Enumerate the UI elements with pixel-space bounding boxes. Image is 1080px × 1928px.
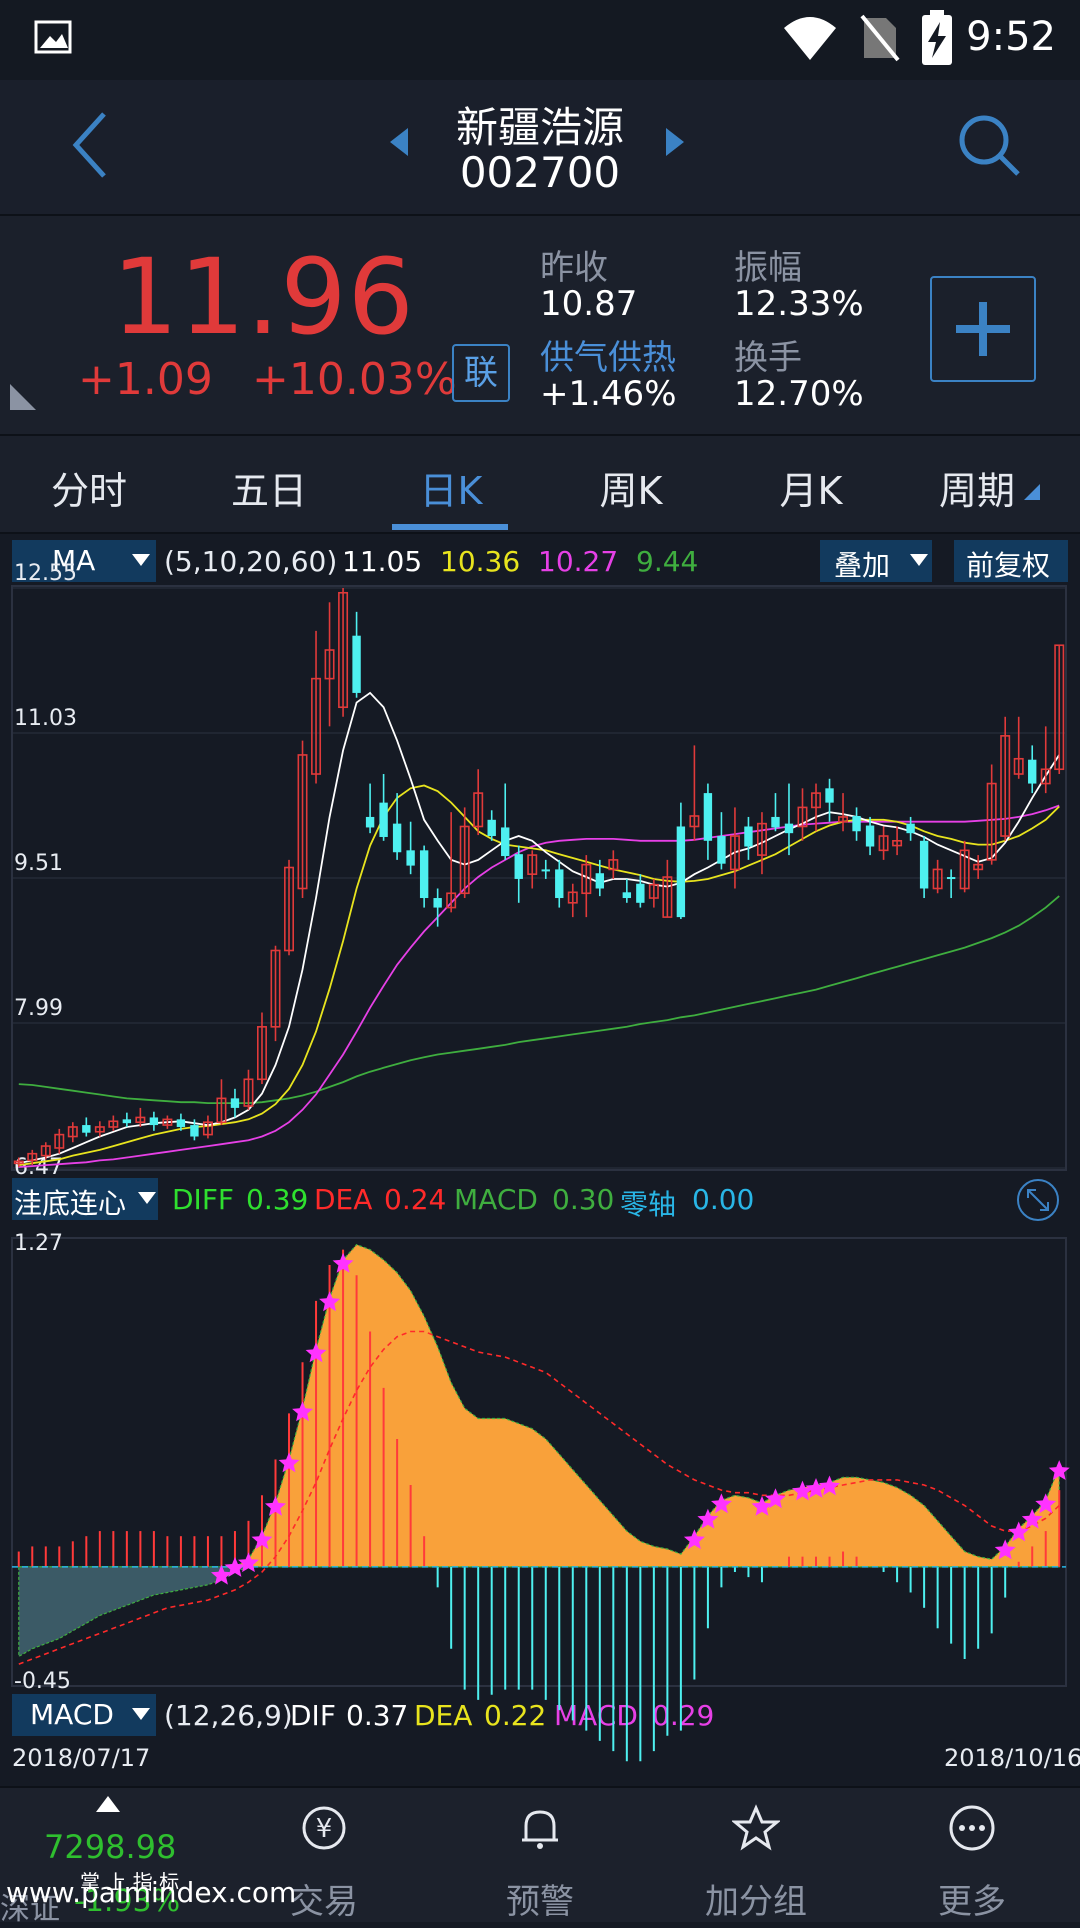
plus-icon — [956, 302, 1010, 356]
macd-axis-label: 1.27 — [14, 1231, 63, 1256]
candle-body — [771, 816, 780, 828]
period-dropdown-icon — [1024, 484, 1040, 500]
period-tabs: 分时 五日 日K 周K 月K 周期 — [0, 436, 1080, 534]
diff-area-negative — [18, 1566, 1060, 1658]
nav-add-group-label: 加分组 — [705, 1882, 807, 1922]
wifi-icon — [784, 17, 836, 60]
ma60-line — [18, 895, 1060, 1104]
tab-weekly-k[interactable]: 周K — [566, 460, 696, 515]
price-axis-label: 12.55 — [14, 561, 77, 586]
nav-add-group[interactable]: 加分组 — [648, 1788, 864, 1922]
candle-body — [487, 819, 496, 837]
stock-code: 002700 — [459, 148, 621, 197]
candle-body — [419, 850, 429, 899]
caret-up-icon — [96, 1796, 120, 1812]
candle-body — [352, 635, 361, 693]
candle-body — [919, 840, 929, 889]
ma10-line — [18, 784, 1060, 1166]
status-time: 9:52 — [966, 14, 1056, 60]
amplitude-value: 12.33% — [734, 284, 864, 324]
nav-more[interactable]: 更多 — [864, 1788, 1080, 1922]
candle-body — [122, 1119, 132, 1124]
tab-period[interactable]: 周期 — [912, 460, 1042, 515]
candle-body — [852, 815, 861, 832]
tab-intraday[interactable]: 分时 — [24, 460, 154, 515]
candle-body — [392, 823, 402, 853]
search-icon[interactable] — [956, 112, 1022, 178]
price-axis-label: 7.99 — [14, 996, 63, 1021]
prev-close-label: 昨收 — [540, 248, 608, 288]
star-icon — [732, 1804, 780, 1851]
candle-body — [149, 1117, 159, 1126]
stock-name: 新疆浩源 — [455, 103, 624, 152]
more-icon — [949, 1805, 995, 1851]
candle-body — [703, 793, 713, 841]
corner-triangle-icon — [10, 384, 36, 410]
candle-body — [379, 802, 388, 837]
nav-alert-label: 预警 — [506, 1882, 574, 1922]
price-change-pct: +10.03% — [252, 354, 457, 405]
candle-body — [230, 1098, 240, 1108]
candle-body — [433, 898, 442, 908]
macd-axis-label: -0.45 — [14, 1669, 71, 1694]
svg-text:¥: ¥ — [316, 1814, 333, 1844]
no-sim-icon — [860, 14, 900, 62]
candle-body — [82, 1125, 91, 1133]
candle-body — [744, 826, 753, 847]
candle-body — [622, 892, 632, 899]
candle-body — [865, 825, 875, 847]
lian-badge[interactable]: 联 — [452, 344, 510, 402]
price-axis-label: 9.51 — [14, 851, 63, 876]
tab-daily-k[interactable]: 日K — [386, 460, 516, 515]
candle-body — [176, 1119, 186, 1127]
kline-chart[interactable]: 12.5511.039.517.996.471.27-0.45 — [0, 530, 1080, 1780]
nav-alert[interactable]: 预警 — [432, 1788, 648, 1922]
candle-body — [501, 827, 510, 857]
candle-body — [541, 869, 550, 872]
candle-body — [906, 823, 915, 834]
candle-body — [946, 877, 956, 880]
index-value: 7298.98 — [44, 1828, 177, 1866]
next-stock-icon[interactable] — [664, 128, 684, 156]
battery-charging-icon — [922, 10, 952, 65]
add-watchlist-button[interactable] — [930, 276, 1036, 382]
candle-body — [784, 823, 794, 834]
stock-header: 新疆浩源 002700 — [0, 80, 1080, 216]
price-axis-label: 11.03 — [14, 706, 77, 731]
tab-five-day[interactable]: 五日 — [204, 460, 334, 515]
prev-close-value: 10.87 — [540, 284, 638, 324]
tab-monthly-k[interactable]: 月K — [746, 460, 876, 515]
current-price: 11.96 — [112, 236, 415, 358]
yen-cycle-icon: ¥ — [302, 1806, 346, 1850]
diff-area-positive — [18, 1243, 1060, 1568]
candle-body — [636, 883, 645, 903]
watermark: www.palmindex.com — [6, 1876, 297, 1909]
candle-body — [595, 873, 604, 889]
turnover-value: 12.70% — [734, 374, 864, 414]
candle-body — [1028, 759, 1037, 784]
candle-body — [717, 836, 726, 864]
quote-panel: 11.96 +1.09 +10.03% 联 昨收 10.87 供气供热 +1.4… — [0, 216, 1080, 436]
image-notification-icon — [34, 20, 72, 54]
sector-label[interactable]: 供气供热 — [540, 330, 676, 379]
candle-body — [825, 788, 834, 803]
ma5-line — [18, 691, 1060, 1165]
candle-body — [365, 816, 375, 828]
price-change: +1.09 — [78, 354, 213, 405]
candle-body — [676, 826, 686, 918]
turnover-label: 换手 — [734, 338, 802, 378]
status-bar: 9:52 — [0, 0, 1080, 80]
candle-body — [406, 850, 415, 866]
bell-icon — [522, 1810, 558, 1849]
ma20-line — [18, 804, 1060, 1168]
nav-more-label: 更多 — [938, 1882, 1006, 1922]
candle-body — [190, 1125, 199, 1137]
candle-body — [555, 869, 564, 899]
sector-change: +1.46% — [540, 374, 677, 414]
candle-body — [514, 854, 523, 879]
amplitude-label: 振幅 — [734, 248, 802, 288]
